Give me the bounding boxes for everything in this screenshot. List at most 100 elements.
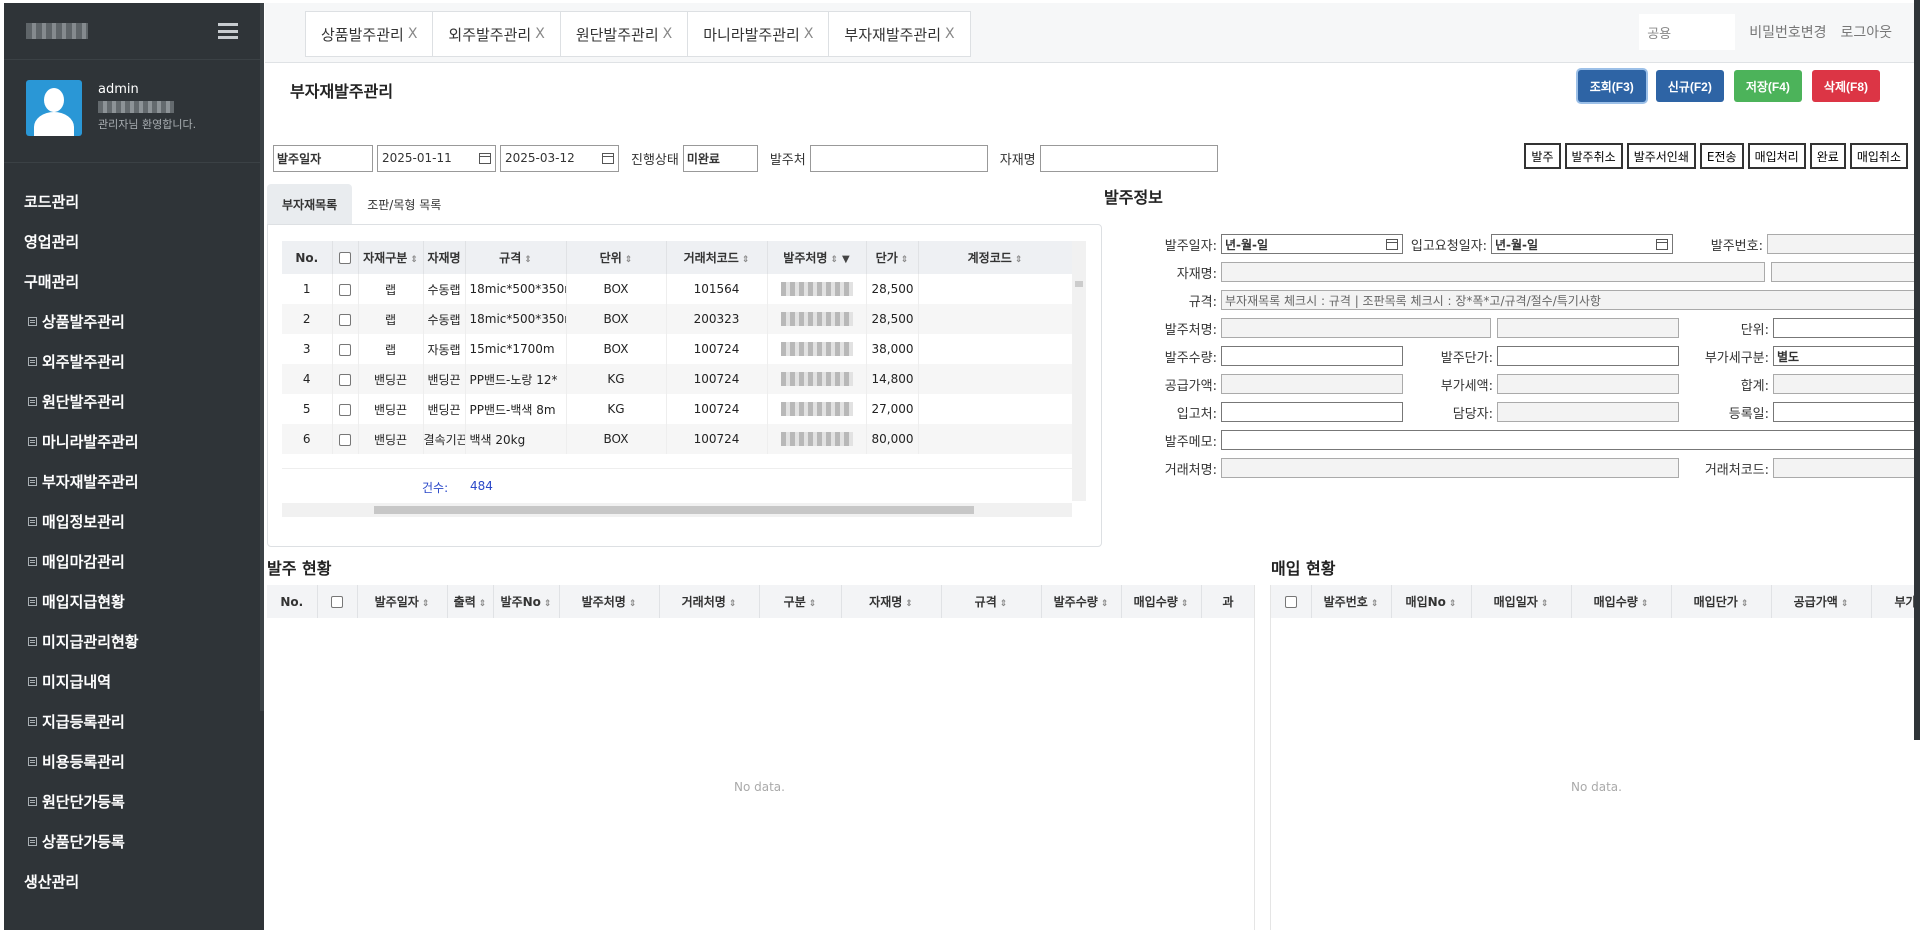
order-no-input[interactable] xyxy=(1767,234,1920,254)
spec-input[interactable]: 부자재목록 체크시 : 규격 | 조판목록 체크시 : 장*폭*고/규격/절수/… xyxy=(1221,290,1920,310)
date-to-input[interactable]: 2025-03-12 xyxy=(500,144,619,172)
table-row[interactable]: 6 밴딩끈 결속기끈 백색 20kg BOX 100724 80,000 xyxy=(282,424,1072,454)
order-action-button[interactable]: 완료 xyxy=(1809,143,1846,169)
sidebar-item-3[interactable]: 상품발주관리 xyxy=(4,301,264,341)
partner-code-input[interactable] xyxy=(1773,458,1920,478)
sidebar-item-8[interactable]: 매입정보관리 xyxy=(4,501,264,541)
tab-item-2[interactable]: 원단발주관리 X xyxy=(561,12,689,56)
sidebar-item-2[interactable]: 구매관리 xyxy=(4,261,264,301)
unit-input[interactable] xyxy=(1773,318,1920,338)
sort-icon[interactable]: ⇕ xyxy=(1841,599,1849,609)
sort-icon[interactable]: ⇕ xyxy=(422,599,430,609)
tab-material-list[interactable]: 부자재목록 xyxy=(267,184,353,224)
change-password-link[interactable]: 비밀번호변경 xyxy=(1749,22,1826,42)
table-row[interactable]: 1 랩 수동랩 18mic*500*350m BOX 101564 28,500 xyxy=(282,274,1072,304)
filter-icon[interactable]: ▼ xyxy=(842,254,850,265)
qty-input[interactable] xyxy=(1221,346,1403,366)
table-row[interactable]: 4 밴딩끈 밴딩끈 PP밴드-노랑 12* KG 100724 14,800 xyxy=(282,364,1072,394)
row-checkbox[interactable] xyxy=(339,283,351,296)
table-row[interactable]: 2 랩 수동랩 18mic*500*350m BOX 200323 28,500 xyxy=(282,304,1072,334)
sidebar-item-10[interactable]: 매입지급현황 xyxy=(4,581,264,621)
order-date-input[interactable]: 년-월-일 xyxy=(1221,234,1403,254)
close-icon[interactable]: X xyxy=(945,26,955,42)
close-icon[interactable]: X xyxy=(663,26,673,42)
sidebar-item-15[interactable]: 원단단가등록 xyxy=(4,781,264,821)
sort-icon[interactable]: ⇕ xyxy=(1641,599,1649,609)
row-checkbox[interactable] xyxy=(339,313,351,326)
grid-vertical-scrollbar[interactable] xyxy=(1072,241,1086,501)
select-all-checkbox[interactable] xyxy=(339,252,351,264)
calendar-icon[interactable] xyxy=(602,152,614,164)
delete-button[interactable]: 삭제(F8) xyxy=(1811,70,1880,102)
status-select[interactable]: 미완료 xyxy=(682,144,758,172)
row-checkbox[interactable] xyxy=(339,403,351,416)
tab-item-1[interactable]: 외주발주관리 X xyxy=(433,12,561,56)
menu-toggle-icon[interactable] xyxy=(218,23,238,39)
sort-icon[interactable]: ⇕ xyxy=(544,599,552,609)
order-action-button[interactable]: 발주취소 xyxy=(1564,143,1623,169)
sort-icon[interactable]: ⇕ xyxy=(1000,599,1008,609)
sidebar-item-14[interactable]: 비용등록관리 xyxy=(4,741,264,781)
vendor-code-input[interactable] xyxy=(1497,318,1679,338)
total-input[interactable] xyxy=(1773,374,1920,394)
tab-plate-list[interactable]: 조판/목형 목록 xyxy=(352,184,456,224)
new-button[interactable]: 신규(F2) xyxy=(1655,70,1724,102)
sort-icon[interactable]: ⇕ xyxy=(1541,599,1549,609)
grid-horizontal-scrollbar[interactable] xyxy=(282,503,1072,517)
calendar-icon[interactable] xyxy=(1656,238,1668,250)
unit-price-input[interactable] xyxy=(1497,346,1679,366)
order-action-button[interactable]: 매입취소 xyxy=(1849,143,1908,169)
order-action-button[interactable]: 매입처리 xyxy=(1747,143,1806,169)
sidebar-item-5[interactable]: 원단발주관리 xyxy=(4,381,264,421)
sort-icon[interactable]: ⇕ xyxy=(1741,599,1749,609)
sidebar-item-7[interactable]: 부자재발주관리 xyxy=(4,461,264,501)
sidebar-item-12[interactable]: 미지급내역 xyxy=(4,661,264,701)
logout-link[interactable]: 로그아웃 xyxy=(1840,22,1892,42)
memo-input[interactable] xyxy=(1221,430,1920,450)
sort-icon[interactable]: ⇕ xyxy=(629,599,637,609)
search-button[interactable]: 조회(F3) xyxy=(1577,70,1646,102)
sort-icon[interactable]: ⇕ xyxy=(524,255,532,265)
sort-icon[interactable]: ⇕ xyxy=(1371,599,1379,609)
sidebar-item-6[interactable]: 마니라발주관리 xyxy=(4,421,264,461)
company-input[interactable] xyxy=(1639,14,1736,50)
row-checkbox[interactable] xyxy=(339,343,351,356)
partner-name-input[interactable] xyxy=(1221,458,1679,478)
reg-date-input[interactable] xyxy=(1773,402,1920,422)
sidebar-scrollbar[interactable] xyxy=(260,3,264,711)
sort-icon[interactable]: ⇕ xyxy=(1015,255,1023,265)
table-row[interactable]: 5 밴딩끈 밴딩끈 PP밴드-백색 8m KG 100724 27,000 xyxy=(282,394,1072,424)
date-type-select[interactable]: 발주일자 xyxy=(273,144,373,172)
sort-icon[interactable]: ⇕ xyxy=(830,255,838,265)
select-all-checkbox[interactable] xyxy=(331,596,343,608)
tab-item-4[interactable]: 부자재발주관리 X xyxy=(829,12,969,56)
save-button[interactable]: 저장(F4) xyxy=(1733,70,1802,102)
date-from-input[interactable]: 2025-01-11 xyxy=(377,144,496,172)
close-icon[interactable]: X xyxy=(408,26,418,42)
vendor-input[interactable] xyxy=(809,144,988,172)
receiver-input[interactable] xyxy=(1221,402,1403,422)
sidebar-item-17[interactable]: 생산관리 xyxy=(4,861,264,901)
sort-icon[interactable]: ⇕ xyxy=(479,599,487,609)
order-action-button[interactable]: 발주 xyxy=(1524,143,1561,169)
material-name-input[interactable] xyxy=(1221,262,1765,282)
sort-icon[interactable]: ⇕ xyxy=(1181,599,1189,609)
sort-icon[interactable]: ⇕ xyxy=(901,255,909,265)
sort-icon[interactable]: ⇕ xyxy=(1449,599,1457,609)
row-checkbox[interactable] xyxy=(339,373,351,386)
sort-icon[interactable]: ⇕ xyxy=(410,255,418,265)
sidebar-item-4[interactable]: 외주발주관리 xyxy=(4,341,264,381)
sort-icon[interactable]: ⇕ xyxy=(809,599,817,609)
sort-icon[interactable]: ⇕ xyxy=(729,599,737,609)
vat-type-select[interactable]: 별도 xyxy=(1773,346,1920,366)
sort-icon[interactable]: ⇕ xyxy=(905,599,913,609)
sort-icon[interactable]: ⇕ xyxy=(625,255,633,265)
sidebar-item-1[interactable]: 영업관리 xyxy=(4,221,264,261)
request-date-input[interactable]: 년-월-일 xyxy=(1491,234,1673,254)
vat-input[interactable] xyxy=(1497,374,1679,394)
material-input[interactable] xyxy=(1039,144,1218,172)
sidebar-item-11[interactable]: 미지급관리현황 xyxy=(4,621,264,661)
table-row[interactable]: 3 랩 자동랩 15mic*1700m BOX 100724 38,000 xyxy=(282,334,1072,364)
sort-icon[interactable]: ⇕ xyxy=(742,255,750,265)
page-scrollbar[interactable] xyxy=(1914,0,1920,740)
